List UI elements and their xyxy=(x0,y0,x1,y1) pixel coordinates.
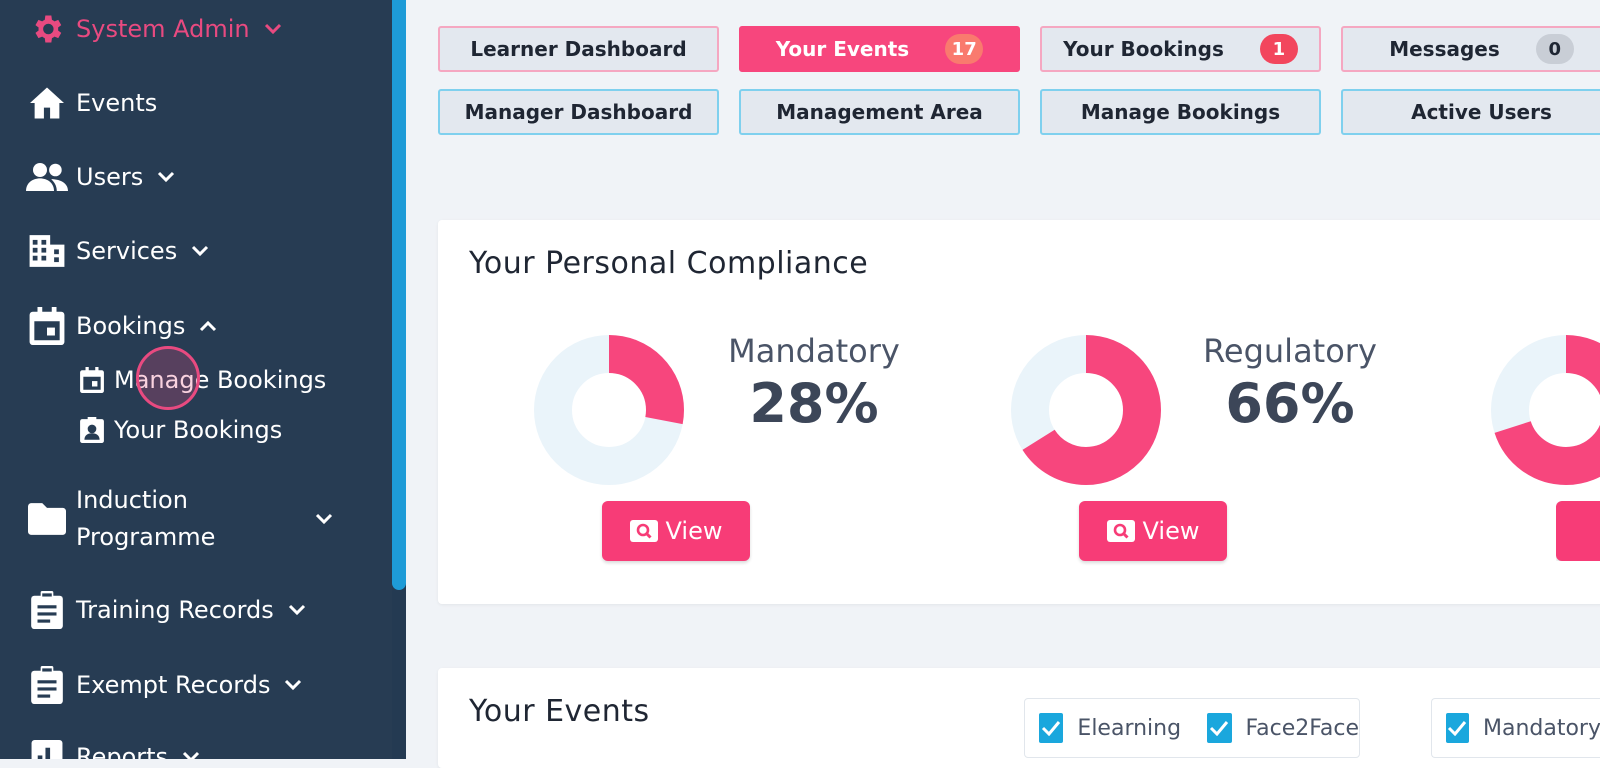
face2face-checkbox[interactable] xyxy=(1207,713,1232,743)
view-mandatory-button[interactable]: View xyxy=(602,501,750,561)
chevron-down-icon xyxy=(315,509,335,529)
sidebar-item-system-admin[interactable]: System Admin xyxy=(0,8,284,50)
button-label: Manager Dashboard xyxy=(464,100,693,124)
button-label: Learner Dashboard xyxy=(470,37,687,61)
event-type-filters: Elearning Face2Face xyxy=(1024,698,1360,758)
sidebar-sub-your-bookings[interactable]: Your Bookings xyxy=(78,416,282,444)
compliance-label-regulatory: Regulatory 66% xyxy=(1190,332,1390,435)
button-label: Active Users xyxy=(1411,100,1552,124)
sidebar-item-events[interactable]: Events xyxy=(0,82,157,124)
messages-count-badge: 0 xyxy=(1535,34,1574,64)
chevron-down-icon xyxy=(191,241,211,261)
button-label: View xyxy=(665,517,723,545)
mandatory-checkbox[interactable] xyxy=(1446,713,1469,743)
messages-button[interactable]: Messages 0 xyxy=(1341,26,1600,72)
clipboard-icon xyxy=(26,589,68,631)
compliance-title: Your Personal Compliance xyxy=(469,246,869,281)
building-icon xyxy=(26,230,68,272)
compliance-donut-third xyxy=(1491,335,1600,485)
sidebar-item-label: Induction Programme xyxy=(76,486,216,551)
sidebar-sub-label: Your Bookings xyxy=(114,416,283,444)
events-title: Your Events xyxy=(469,694,650,729)
chevron-down-icon xyxy=(182,747,202,759)
your-bookings-button[interactable]: Your Bookings 1 xyxy=(1040,26,1321,72)
sidebar-item-reports[interactable]: Reports xyxy=(0,736,202,759)
your-events-button[interactable]: Your Events 17 xyxy=(739,26,1020,72)
button-label: Messages xyxy=(1389,37,1500,61)
button-label: Manage Bookings xyxy=(1080,100,1281,124)
clipboard-icon xyxy=(26,664,68,706)
compliance-category: Mandatory xyxy=(728,332,900,370)
sidebar-item-induction-programme[interactable]: Induction Programme xyxy=(0,482,335,556)
manage-bookings-button[interactable]: Manage Bookings xyxy=(1040,89,1321,135)
sidebar-item-bookings[interactable]: Bookings xyxy=(0,305,219,347)
filter-label: Mandatory xyxy=(1482,715,1600,741)
folder-icon xyxy=(26,498,68,540)
check-icon xyxy=(1042,721,1061,736)
button-label: Your Events xyxy=(775,37,910,61)
chevron-up-icon xyxy=(199,316,219,336)
view-third-button[interactable] xyxy=(1556,501,1600,561)
sidebar-item-services[interactable]: Services xyxy=(0,230,211,272)
manager-dashboard-button[interactable]: Manager Dashboard xyxy=(438,89,719,135)
sidebar-item-exempt-records[interactable]: Exempt Records xyxy=(0,664,304,706)
button-label: Management Area xyxy=(776,100,983,124)
filter-label: Face2Face xyxy=(1245,715,1360,741)
sidebar-item-label: Training Records xyxy=(76,596,274,624)
click-indicator xyxy=(136,346,200,410)
compliance-percent: 66% xyxy=(1225,372,1355,435)
sidebar-item-training-records[interactable]: Training Records xyxy=(0,589,308,631)
chevron-down-icon xyxy=(157,167,177,187)
compliance-category: Regulatory xyxy=(1203,332,1377,370)
check-icon xyxy=(1210,721,1229,736)
compliance-label-mandatory: Mandatory 28% xyxy=(714,332,914,435)
sidebar-sub-manage-bookings[interactable]: Manage Bookings xyxy=(78,366,326,394)
elearning-checkbox[interactable] xyxy=(1039,713,1064,743)
sidebar-item-label: System Admin xyxy=(76,15,250,43)
chevron-down-icon xyxy=(284,675,304,695)
users-icon xyxy=(26,156,68,198)
sidebar-item-label: Bookings xyxy=(76,312,186,340)
your-bookings-count-badge: 1 xyxy=(1259,34,1298,64)
sidebar-item-label: Events xyxy=(76,89,158,117)
gear-icon xyxy=(26,8,68,50)
check-icon xyxy=(1448,721,1467,736)
view-regulatory-button[interactable]: View xyxy=(1079,501,1227,561)
compliance-donut-mandatory xyxy=(534,335,684,485)
event-category-filters: Mandatory xyxy=(1431,698,1600,758)
compliance-percent: 28% xyxy=(749,372,879,435)
button-label: Your Bookings xyxy=(1063,37,1224,61)
sidebar-scrollbar-thumb[interactable] xyxy=(392,0,406,590)
your-events-count-badge: 17 xyxy=(945,34,984,64)
learner-dashboard-button[interactable]: Learner Dashboard xyxy=(438,26,719,72)
chart-icon xyxy=(26,736,68,759)
button-label: View xyxy=(1142,517,1200,545)
search-image-icon xyxy=(1106,520,1135,542)
chevron-down-icon xyxy=(288,600,308,620)
active-users-button[interactable]: Active Users xyxy=(1341,89,1600,135)
sidebar: System Admin Events Users Services Booki… xyxy=(0,0,392,759)
calendar-icon xyxy=(78,366,106,394)
contact-icon xyxy=(78,416,106,444)
sidebar-item-users[interactable]: Users xyxy=(0,156,177,198)
view-third-button-clip xyxy=(1556,501,1600,561)
compliance-donut-regulatory xyxy=(1011,335,1161,485)
sidebar-item-label: Services xyxy=(76,237,178,265)
filter-label: Elearning xyxy=(1077,715,1182,741)
calendar-icon xyxy=(26,305,68,347)
compliance-donut-third-clip xyxy=(1490,334,1600,486)
sidebar-item-label: Users xyxy=(76,163,144,191)
management-area-button[interactable]: Management Area xyxy=(739,89,1020,135)
home-icon xyxy=(26,82,68,124)
chevron-down-icon xyxy=(264,19,284,39)
sidebar-item-label: Exempt Records xyxy=(76,671,271,699)
sidebar-item-label: Reports xyxy=(76,743,169,759)
search-image-icon xyxy=(629,520,658,542)
